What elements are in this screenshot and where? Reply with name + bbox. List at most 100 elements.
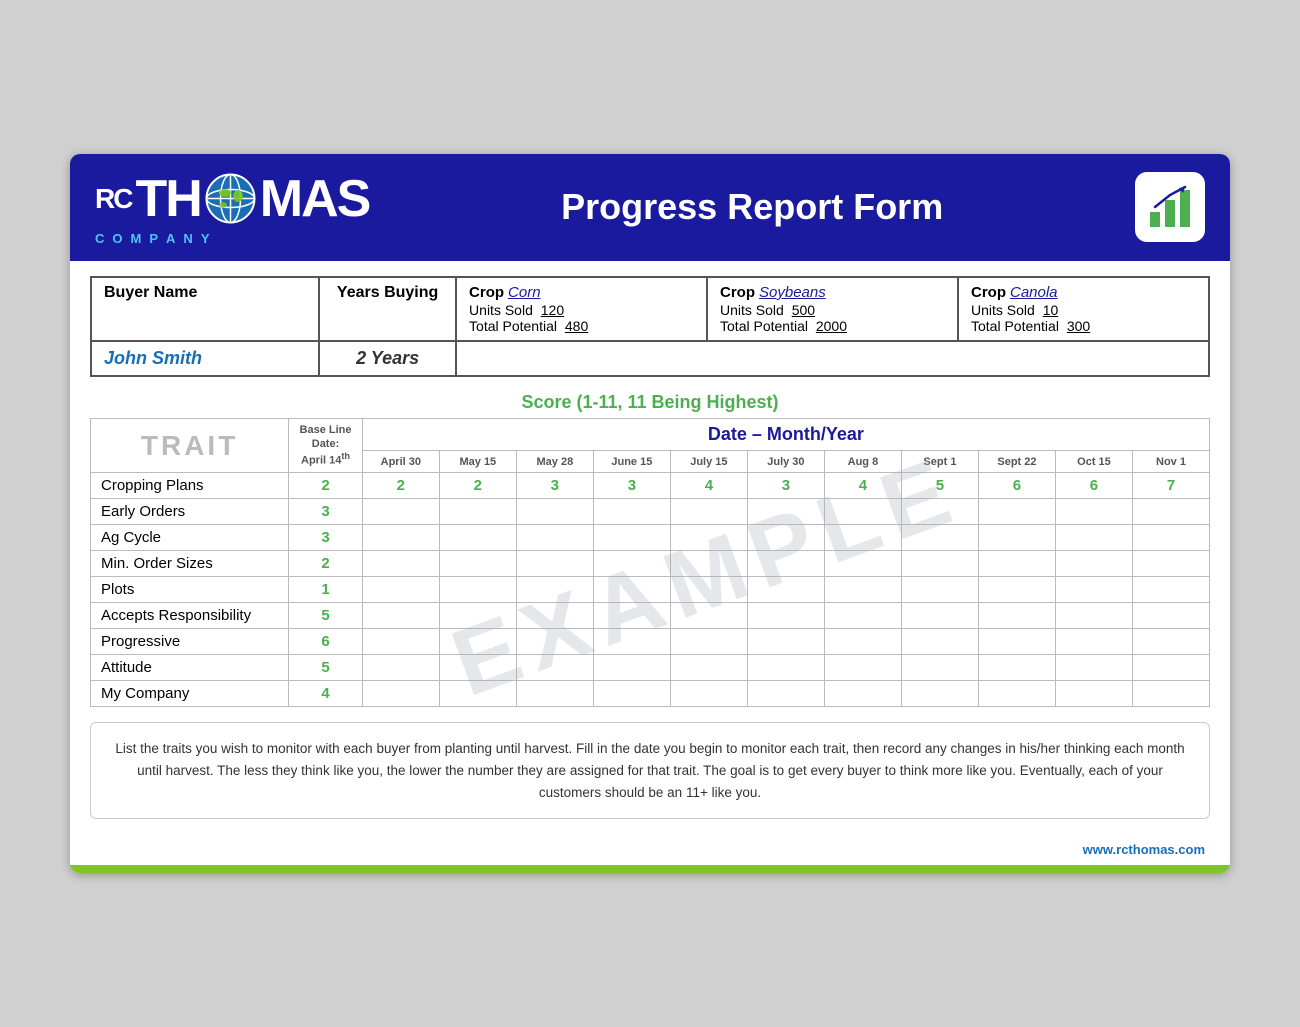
trait-name-7: Attitude — [91, 655, 289, 681]
score-1-9 — [1055, 499, 1132, 525]
score-6-6 — [824, 629, 901, 655]
table-row: Ag Cycle3 — [91, 525, 1210, 551]
crop3-name: Canola — [1010, 284, 1058, 301]
score-0-2: 3 — [516, 473, 593, 499]
score-4-1 — [439, 577, 516, 603]
score-3-8 — [978, 551, 1055, 577]
trait-table-wrapper: TRAIT Base Line Date: April 14th Date – … — [90, 418, 1210, 708]
table-row: Cropping Plans222334345667 — [91, 473, 1210, 499]
score-1-8 — [978, 499, 1055, 525]
score-title: Score (1-11, 11 Being Highest) — [70, 392, 1230, 413]
score-7-0 — [362, 655, 439, 681]
date-col-7: Sept 1 — [901, 450, 978, 472]
page: RC TH MAS C O M — [70, 154, 1230, 873]
trait-table: TRAIT Base Line Date: April 14th Date – … — [90, 418, 1210, 708]
date-col-10: Nov 1 — [1132, 450, 1209, 472]
header: RC TH MAS C O M — [70, 154, 1230, 261]
table-row: Plots1 — [91, 577, 1210, 603]
trait-name-6: Progressive — [91, 629, 289, 655]
crop1-units-value: 120 — [541, 302, 564, 318]
score-7-3 — [593, 655, 670, 681]
instructions: List the traits you wish to monitor with… — [90, 722, 1210, 819]
crop1-name: Corn — [508, 284, 541, 301]
date-col-1: May 15 — [439, 450, 516, 472]
score-8-5 — [747, 681, 824, 707]
table-row: Accepts Responsibility5 — [91, 603, 1210, 629]
score-5-10 — [1132, 603, 1209, 629]
buyer-name-label: Buyer Name — [104, 284, 306, 302]
date-col-5: July 30 — [747, 450, 824, 472]
logo-c: C — [95, 231, 106, 246]
score-0-3: 3 — [593, 473, 670, 499]
score-6-4 — [670, 629, 747, 655]
score-2-7 — [901, 525, 978, 551]
score-6-9 — [1055, 629, 1132, 655]
trait-name-0: Cropping Plans — [91, 473, 289, 499]
score-8-0 — [362, 681, 439, 707]
score-2-6 — [824, 525, 901, 551]
score-0-7: 5 — [901, 473, 978, 499]
score-7-9 — [1055, 655, 1132, 681]
crop1-header: CropCorn — [469, 284, 694, 302]
score-7-7 — [901, 655, 978, 681]
score-1-4 — [670, 499, 747, 525]
date-col-4: July 15 — [670, 450, 747, 472]
trait-header: TRAIT — [91, 418, 289, 473]
crop2-potential-value: 2000 — [816, 318, 847, 334]
baseline-score-8: 4 — [289, 681, 363, 707]
score-8-2 — [516, 681, 593, 707]
baseline-score-6: 6 — [289, 629, 363, 655]
baseline-score-5: 5 — [289, 603, 363, 629]
score-7-5 — [747, 655, 824, 681]
chart-icon — [1135, 172, 1205, 242]
website-link[interactable]: www.rcthomas.com — [1083, 842, 1205, 857]
score-6-10 — [1132, 629, 1209, 655]
score-4-2 — [516, 577, 593, 603]
score-3-7 — [901, 551, 978, 577]
score-2-0 — [362, 525, 439, 551]
logo-rc: RC — [95, 185, 131, 213]
logo-wrapper: RC TH MAS C O M — [95, 169, 369, 246]
score-6-2 — [516, 629, 593, 655]
score-2-1 — [439, 525, 516, 551]
crop2-potential-line: Total Potential 2000 — [720, 318, 945, 334]
score-4-3 — [593, 577, 670, 603]
green-bar — [70, 865, 1230, 873]
score-0-5: 3 — [747, 473, 824, 499]
score-4-5 — [747, 577, 824, 603]
table-row: My Company4 — [91, 681, 1210, 707]
score-2-2 — [516, 525, 593, 551]
trait-section: TRAIT Base Line Date: April 14th Date – … — [90, 418, 1210, 708]
score-2-5 — [747, 525, 824, 551]
trait-rows: Cropping Plans222334345667Early Orders3A… — [91, 473, 1210, 707]
date-col-0: April 30 — [362, 450, 439, 472]
score-5-4 — [670, 603, 747, 629]
date-col-9: Oct 15 — [1055, 450, 1132, 472]
score-5-7 — [901, 603, 978, 629]
score-0-8: 6 — [978, 473, 1055, 499]
score-4-9 — [1055, 577, 1132, 603]
date-col-6: Aug 8 — [824, 450, 901, 472]
date-col-3: June 15 — [593, 450, 670, 472]
baseline-score-3: 2 — [289, 551, 363, 577]
score-0-10: 7 — [1132, 473, 1209, 499]
header-title: Progress Report Form — [369, 186, 1135, 228]
score-1-0 — [362, 499, 439, 525]
trait-name-3: Min. Order Sizes — [91, 551, 289, 577]
score-1-10 — [1132, 499, 1209, 525]
crop1-potential-line: Total Potential 480 — [469, 318, 694, 334]
score-3-9 — [1055, 551, 1132, 577]
baseline-header: Base Line Date: April 14th — [289, 418, 363, 473]
crop3-units-label: Units Sold — [971, 302, 1035, 318]
baseline-line2: Date: — [291, 437, 360, 451]
score-6-5 — [747, 629, 824, 655]
score-4-10 — [1132, 577, 1209, 603]
score-8-1 — [439, 681, 516, 707]
score-2-8 — [978, 525, 1055, 551]
years-value: 2 Years — [332, 348, 443, 369]
score-7-1 — [439, 655, 516, 681]
baseline-date: April 14th — [291, 451, 360, 468]
table-row: Progressive6 — [91, 629, 1210, 655]
score-5-0 — [362, 603, 439, 629]
score-1-6 — [824, 499, 901, 525]
